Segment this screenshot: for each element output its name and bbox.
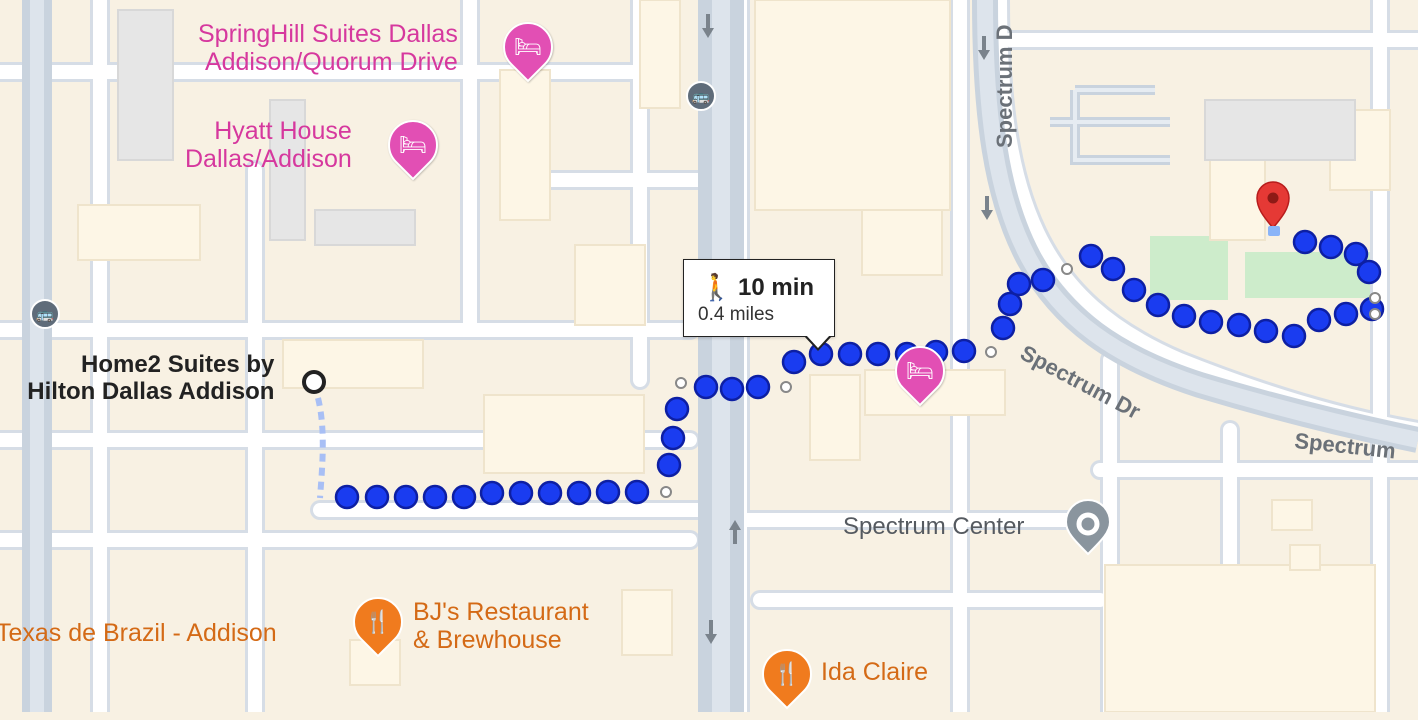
route-dot bbox=[664, 396, 690, 422]
route-dot bbox=[693, 374, 719, 400]
route-dot bbox=[865, 341, 891, 367]
route-dot bbox=[1333, 301, 1359, 327]
waypoint bbox=[1369, 292, 1381, 304]
route-dot bbox=[393, 484, 419, 510]
route-dot bbox=[1100, 256, 1126, 282]
route-dot bbox=[745, 374, 771, 400]
bed-icon: 🛏 bbox=[514, 34, 542, 59]
bed-icon: 🛏 bbox=[399, 132, 427, 157]
bed-icon: 🛏 bbox=[906, 358, 934, 383]
route-dot bbox=[1171, 303, 1197, 329]
fork-knife-icon: 🍴 bbox=[773, 661, 801, 686]
route-dot bbox=[1226, 312, 1252, 338]
walking-person-icon: 🚶 bbox=[700, 272, 733, 302]
route-dot bbox=[566, 480, 592, 506]
route-dot bbox=[1030, 267, 1056, 293]
route-dot bbox=[479, 480, 505, 506]
route-dot bbox=[781, 349, 807, 375]
route-dot bbox=[1006, 271, 1032, 297]
route-dot bbox=[660, 425, 686, 451]
place-label-hyatt[interactable]: Hyatt House Dallas/Addison bbox=[185, 117, 352, 173]
route-dot bbox=[1198, 309, 1224, 335]
route-info-callout[interactable]: 🚶 10 min 0.4 miles bbox=[683, 259, 835, 351]
place-label-ida-claire[interactable]: Ida Claire bbox=[821, 658, 928, 686]
route-dot bbox=[595, 479, 621, 505]
route-dot bbox=[1318, 234, 1344, 260]
route-dot bbox=[1292, 229, 1318, 255]
route-dot bbox=[951, 338, 977, 364]
place-label-texas-de-brazil[interactable]: Texas de Brazil - Addison bbox=[0, 619, 277, 647]
bus-stop-icon[interactable]: 🚌 bbox=[30, 299, 60, 329]
fork-knife-icon: 🍴 bbox=[364, 609, 392, 634]
route-dot bbox=[656, 452, 682, 478]
waypoint bbox=[675, 377, 687, 389]
route-dot bbox=[1253, 318, 1279, 344]
route-dot bbox=[451, 484, 477, 510]
place-label-bjs[interactable]: BJ's Restaurant & Brewhouse bbox=[413, 598, 589, 654]
route-dot bbox=[719, 376, 745, 402]
waypoint bbox=[985, 346, 997, 358]
route-dot bbox=[422, 484, 448, 510]
route-dot bbox=[624, 479, 650, 505]
waypoint bbox=[660, 486, 672, 498]
park-area bbox=[1150, 236, 1228, 300]
origin-label[interactable]: Home2 Suites by Hilton Dallas Addison bbox=[24, 351, 274, 406]
place-label-springhill[interactable]: SpringHill Suites Dallas Addison/Quorum … bbox=[198, 20, 458, 76]
road-label-spectrum-vertical: Spectrum D bbox=[992, 24, 1017, 148]
route-dot bbox=[334, 484, 360, 510]
waypoint bbox=[1369, 308, 1381, 320]
route-dot bbox=[1078, 243, 1104, 269]
building bbox=[77, 204, 201, 261]
route-dot bbox=[1121, 277, 1147, 303]
route-dot bbox=[1145, 292, 1171, 318]
route-duration: 10 min bbox=[738, 274, 815, 301]
place-label-spectrum-center[interactable]: Spectrum Center bbox=[843, 513, 1024, 541]
waypoint bbox=[780, 381, 792, 393]
route-dot bbox=[1343, 241, 1369, 267]
route-dot bbox=[537, 480, 563, 506]
bus-stop-icon[interactable]: 🚌 bbox=[686, 81, 716, 111]
route-dot bbox=[1306, 307, 1332, 333]
route-dot bbox=[990, 315, 1016, 341]
route-distance: 0.4 miles bbox=[698, 304, 775, 325]
route-dot bbox=[1281, 323, 1307, 349]
route-dot bbox=[837, 341, 863, 367]
route-dot bbox=[364, 484, 390, 510]
waypoint bbox=[1061, 263, 1073, 275]
route-dot bbox=[997, 291, 1023, 317]
route-dot bbox=[508, 480, 534, 506]
origin-marker bbox=[302, 370, 326, 394]
